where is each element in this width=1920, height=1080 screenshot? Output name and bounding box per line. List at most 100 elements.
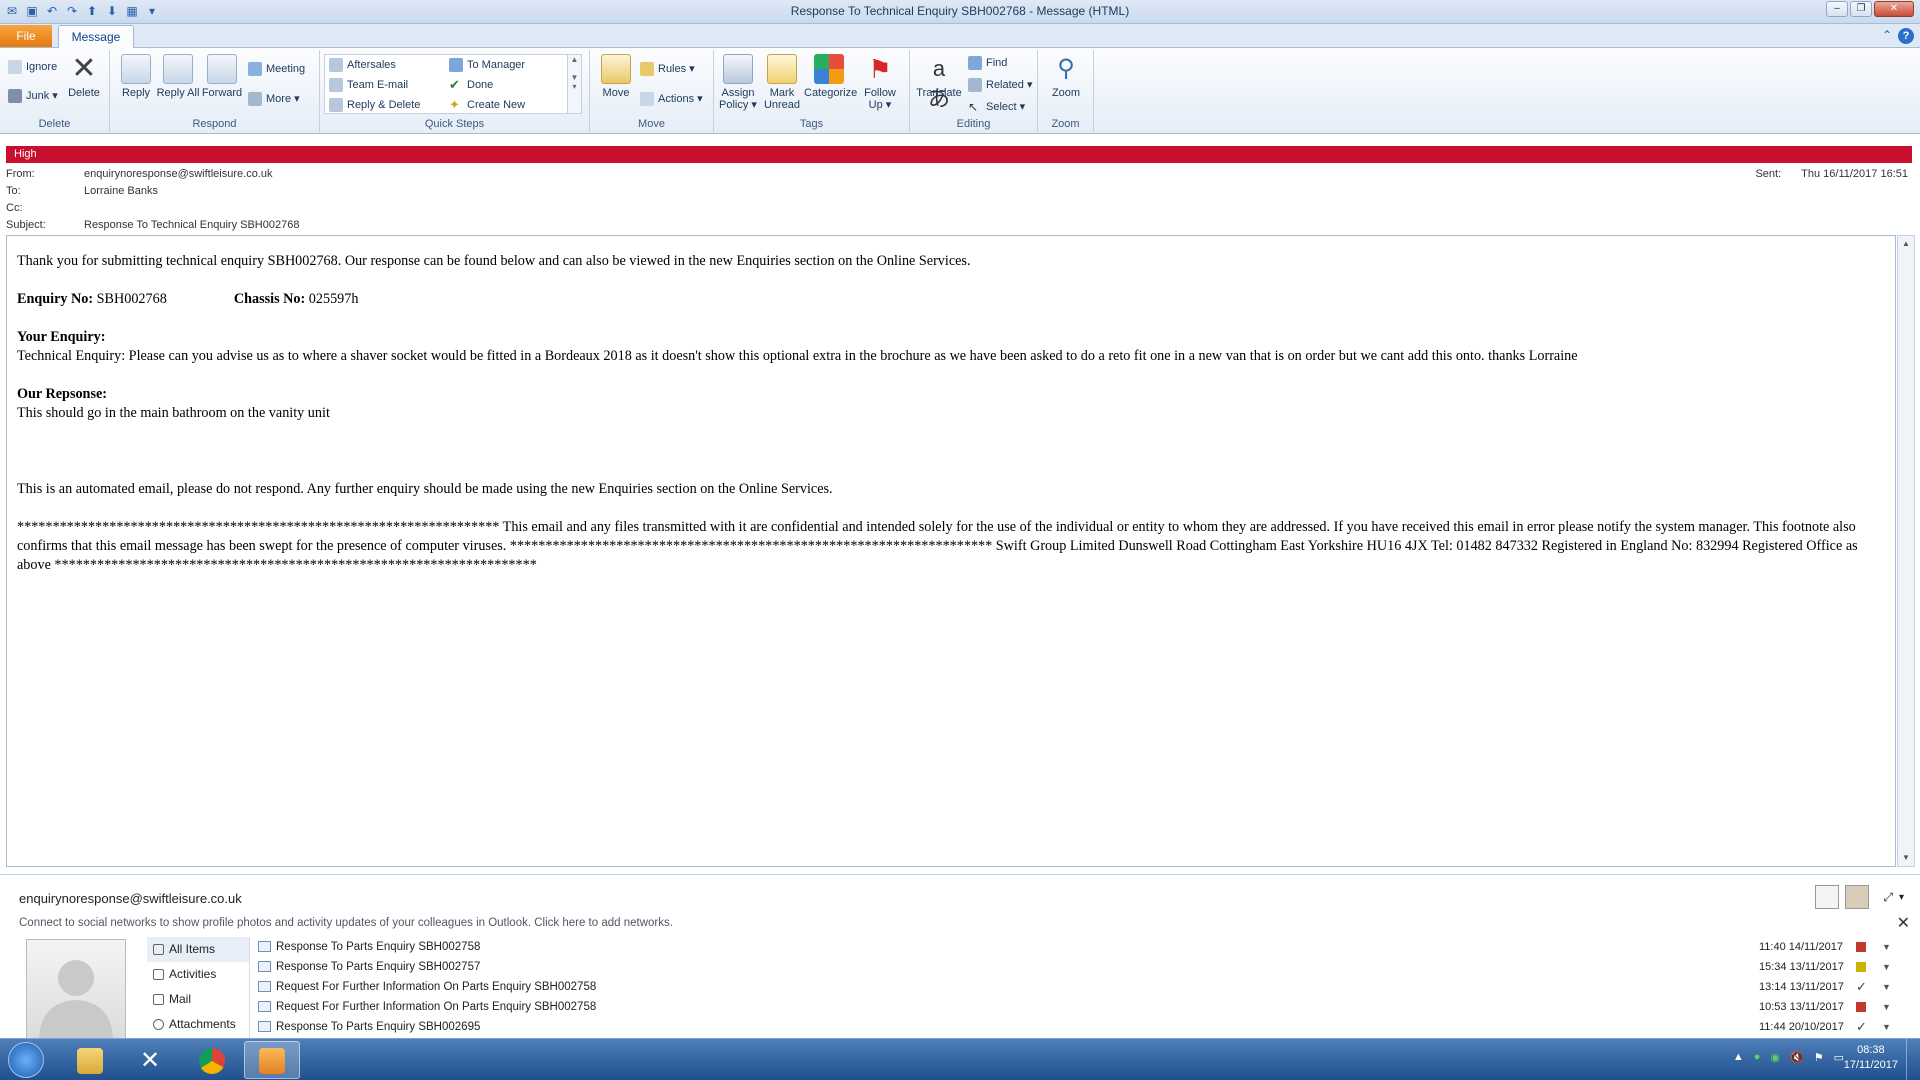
list-item[interactable]: Request For Further Information On Parts… (256, 977, 1896, 997)
tray-status-icon[interactable]: ● (1754, 1051, 1761, 1064)
item-dropdown-icon[interactable]: ▼ (1882, 957, 1891, 977)
quick-step-to-manager[interactable]: To Manager (447, 56, 525, 74)
mail-icon (153, 994, 164, 1005)
message-body-pane[interactable]: Thank you for submitting technical enqui… (6, 235, 1896, 867)
item-dropdown-icon[interactable]: ▼ (1882, 997, 1891, 1017)
zoom-button[interactable]: ⚲ Zoom (1044, 54, 1088, 99)
taskbar-chrome[interactable] (184, 1041, 240, 1079)
nav-all-items[interactable]: All Items (147, 937, 249, 962)
clock-time: 08:38 (1857, 1044, 1885, 1056)
quick-steps-scroll[interactable]: ▲ ▼ ▾ (567, 55, 581, 113)
tab-message[interactable]: Message (58, 25, 134, 49)
category-flag-icon[interactable]: ✓ (1856, 977, 1867, 994)
quick-step-done[interactable]: ✔ Done (447, 76, 493, 94)
attachment-icon (153, 1019, 164, 1030)
list-item[interactable]: Response To Parts Enquiry SBH002757 15:34… (256, 957, 1896, 977)
minimize-button[interactable]: – (1826, 1, 1848, 17)
list-item[interactable]: Request For Further Information On Parts… (256, 997, 1896, 1017)
junk-icon (8, 89, 22, 103)
volume-muted-icon[interactable]: 🔇 (1790, 1051, 1804, 1064)
list-item-subject: Response To Parts Enquiry SBH002758 (276, 941, 481, 953)
maximize-button[interactable]: ❐ (1850, 1, 1872, 17)
move-button[interactable]: Move (594, 54, 638, 99)
tab-file[interactable]: File (0, 25, 52, 47)
envelope-icon (258, 1021, 271, 1032)
list-item-date: 13:14 13/11/2017 (1759, 981, 1844, 993)
network-icon[interactable]: ▭ (1834, 1051, 1844, 1064)
expand-pane-icon[interactable]: ⤢ (1883, 890, 1893, 905)
reply-all-button[interactable]: Reply All (156, 54, 200, 99)
respond-group: Reply Reply All Forward Meeting More ▾ R… (110, 50, 320, 132)
scroll-down-icon[interactable]: ▼ (1898, 850, 1914, 866)
category-flag-icon[interactable] (1856, 942, 1866, 952)
assign-policy-button[interactable]: Assign Policy ▾ (716, 54, 760, 111)
show-desktop-button[interactable] (1906, 1039, 1920, 1080)
body-scrollbar[interactable]: ▲ ▼ (1897, 235, 1915, 867)
category-flag-icon[interactable] (1856, 962, 1866, 972)
nav-activities[interactable]: Activities (147, 962, 249, 987)
taskbar-app-x[interactable]: ✕ (122, 1041, 178, 1079)
sender-address[interactable]: enquirynoresponse@swiftleisure.co.uk (84, 168, 272, 180)
delete-group-label: Delete (38, 118, 71, 130)
our-response-heading: Our Repsonse: (17, 386, 107, 402)
list-item[interactable]: Response To Parts Enquiry SBH002758 11:40… (256, 937, 1896, 957)
category-flag-icon[interactable] (1856, 1002, 1866, 1012)
list-item-date: 11:44 20/10/2017 (1759, 1021, 1844, 1033)
find-button[interactable]: Find (966, 54, 1007, 72)
help-icon[interactable]: ? (1898, 28, 1914, 44)
intro-paragraph: Thank you for submitting technical enqui… (17, 253, 971, 269)
nav-mail[interactable]: Mail (147, 987, 249, 1012)
delete-button[interactable]: ✕ Delete (62, 54, 106, 100)
close-notice-icon[interactable]: ✕ (1897, 913, 1910, 933)
follow-up-button[interactable]: ⚑ Follow Up ▾ (858, 54, 902, 111)
ignore-button[interactable]: Ignore (6, 58, 57, 76)
quick-step-aftersales[interactable]: Aftersales (327, 56, 396, 74)
person-view-icon[interactable] (1815, 885, 1840, 909)
recipient-name[interactable]: Lorraine Banks (84, 185, 158, 197)
translate-button[interactable]: aあ Translate (914, 54, 964, 111)
collapse-pane-icon[interactable]: ▾ (1899, 892, 1904, 903)
taskbar-outlook[interactable] (244, 1041, 300, 1079)
select-button[interactable]: ↖ Select ▾ (966, 98, 1025, 116)
meeting-button[interactable]: Meeting (246, 60, 305, 78)
quick-step-create-new[interactable]: ✦ Create New (447, 96, 525, 114)
enquiry-number: SBH002768 (96, 291, 167, 307)
forward-button[interactable]: Forward (200, 54, 244, 99)
quick-step-reply-delete[interactable]: Reply & Delete (327, 96, 420, 114)
categorize-button[interactable]: Categorize (804, 54, 857, 99)
junk-button[interactable]: Junk ▾ (6, 87, 58, 105)
item-dropdown-icon[interactable]: ▼ (1882, 937, 1891, 957)
reply-button[interactable]: Reply (114, 54, 158, 99)
close-button[interactable]: ✕ (1874, 1, 1914, 17)
actions-button[interactable]: Actions ▾ (638, 90, 703, 108)
ignore-icon (8, 60, 22, 74)
social-networks-link[interactable]: Connect to social networks to show profi… (19, 917, 673, 929)
category-flag-icon[interactable]: ✓ (1856, 1017, 1867, 1034)
move-folder-icon (601, 54, 631, 84)
action-center-flag-icon[interactable]: ⚑ (1814, 1051, 1824, 1064)
list-item[interactable]: Response To Parts Enquiry SBH002695 11:44… (256, 1017, 1896, 1037)
mark-unread-button[interactable]: Mark Unread (760, 54, 804, 111)
window-title: Response To Technical Enquiry SBH002768 … (790, 4, 1130, 18)
tray-expand-icon[interactable]: ▲ (1733, 1051, 1744, 1064)
rules-icon (640, 62, 654, 76)
quick-step-team-email[interactable]: Team E-mail (327, 76, 408, 94)
list-item-date: 11:40 14/11/2017 (1759, 941, 1844, 953)
item-dropdown-icon[interactable]: ▼ (1882, 1017, 1891, 1037)
related-button[interactable]: Related ▾ (966, 76, 1033, 94)
tray-sync-icon[interactable]: ◉ (1770, 1051, 1780, 1064)
scroll-up-icon[interactable]: ▲ (1898, 236, 1914, 252)
item-dropdown-icon[interactable]: ▼ (1882, 977, 1891, 997)
rules-button[interactable]: Rules ▾ (638, 60, 695, 78)
our-response-text: This should go in the main bathroom on t… (17, 405, 330, 421)
start-button[interactable] (8, 1042, 44, 1078)
avatar (26, 939, 126, 1039)
taskbar-clock[interactable]: 08:38 17/11/2017 (1844, 1043, 1898, 1073)
nav-attachments[interactable]: Attachments (147, 1012, 249, 1037)
more-respond-button[interactable]: More ▾ (246, 90, 300, 108)
editing-group: aあ Translate Find Related ▾ ↖ Select ▾ Edi… (910, 50, 1038, 132)
taskbar-explorer[interactable] (62, 1041, 118, 1079)
activity-list: Response To Parts Enquiry SBH002758 11:40… (256, 937, 1896, 1037)
minimize-ribbon-icon[interactable]: ⌃ (1882, 28, 1892, 44)
photo-view-icon[interactable] (1845, 885, 1870, 909)
